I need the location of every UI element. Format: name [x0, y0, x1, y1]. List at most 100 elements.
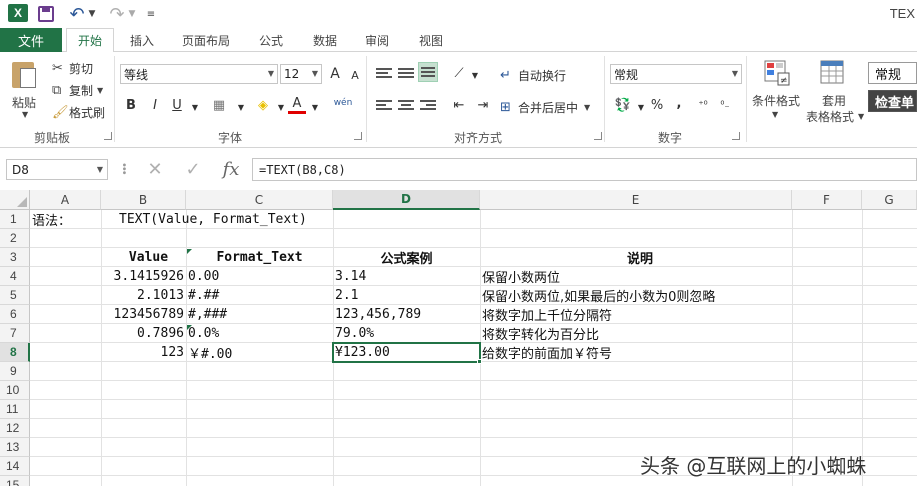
- align-center-icon[interactable]: [398, 98, 414, 112]
- column-header-a[interactable]: A: [30, 190, 101, 210]
- cell-d5[interactable]: 2.1: [333, 286, 480, 305]
- cell-e6[interactable]: 将数字加上千位分隔符: [480, 305, 800, 324]
- conditional-format-dropdown-icon[interactable]: ▼: [772, 110, 778, 119]
- conditional-format-button[interactable]: 条件格式: [752, 92, 800, 109]
- save-icon[interactable]: [38, 6, 54, 22]
- error-indicator-icon[interactable]: [187, 249, 192, 254]
- decrease-indent-icon[interactable]: ⇤: [450, 96, 468, 114]
- cell-a1[interactable]: 语法：: [30, 210, 101, 229]
- column-header-f[interactable]: F: [792, 190, 862, 210]
- tab-home[interactable]: 开始: [66, 28, 114, 53]
- enter-icon[interactable]: ✓: [182, 158, 204, 180]
- font-size-dropdown-icon[interactable]: ▼: [312, 69, 318, 78]
- align-top-icon[interactable]: [376, 66, 392, 80]
- column-header-g[interactable]: G: [862, 190, 917, 210]
- font-color-button[interactable]: A: [288, 96, 306, 114]
- cell-style-normal[interactable]: 常规: [868, 62, 917, 84]
- cell-b3[interactable]: Value: [101, 248, 186, 267]
- italic-button[interactable]: I: [146, 96, 164, 114]
- row-header-3[interactable]: 3: [0, 248, 30, 267]
- grow-font-button[interactable]: A: [326, 65, 344, 83]
- name-box-dropdown-icon[interactable]: ▼: [97, 165, 103, 174]
- cell-c7[interactable]: 0.0%: [186, 324, 333, 343]
- formula-bar-resize-handle[interactable]: •••: [118, 162, 129, 174]
- customize-quick-access-icon[interactable]: ≡: [146, 4, 156, 24]
- cell-e3[interactable]: 说明: [480, 248, 800, 267]
- cell-d6[interactable]: 123,456,789: [333, 305, 480, 324]
- cell-style-check[interactable]: 检查单: [868, 90, 917, 112]
- font-size-combo[interactable]: 12 ▼: [280, 64, 322, 84]
- increase-decimal-icon[interactable]: ⁺⁰: [694, 96, 712, 114]
- cell-b1[interactable]: TEXT(Value, Format_Text): [117, 210, 417, 229]
- conditional-format-icon[interactable]: ≠: [764, 60, 790, 86]
- row-header-1[interactable]: 1: [0, 210, 30, 229]
- row-header-14[interactable]: 14: [0, 457, 30, 476]
- format-as-table-icon[interactable]: [820, 60, 846, 86]
- column-header-d[interactable]: D: [333, 190, 480, 210]
- tab-insert[interactable]: 插入: [122, 28, 162, 52]
- format-as-table-dropdown-icon[interactable]: ▼: [858, 112, 864, 121]
- format-as-table-line2[interactable]: 表格格式: [806, 108, 854, 125]
- copy-button[interactable]: ⧉ 复制 ▼: [52, 82, 103, 98]
- cell-b5[interactable]: 2.1013: [101, 286, 186, 305]
- cell-b6[interactable]: 123456789: [101, 305, 186, 324]
- format-as-table-line1[interactable]: 套用: [822, 92, 846, 109]
- increase-indent-icon[interactable]: ⇥: [474, 96, 492, 114]
- row-header-11[interactable]: 11: [0, 400, 30, 419]
- row-header-4[interactable]: 4: [0, 267, 30, 286]
- number-format-dropdown-icon[interactable]: ▼: [732, 69, 738, 78]
- error-indicator-icon[interactable]: [187, 325, 192, 330]
- wrap-text-button[interactable]: ↵ 自动换行: [500, 66, 566, 84]
- tab-formulas[interactable]: 公式: [250, 28, 292, 52]
- cell-e4[interactable]: 保留小数两位: [480, 267, 800, 286]
- cell-b4[interactable]: 3.1415926: [101, 267, 186, 286]
- paste-button[interactable]: [10, 58, 40, 90]
- cell-c3[interactable]: Format_Text: [186, 248, 333, 267]
- font-launcher-icon[interactable]: [354, 132, 362, 140]
- tab-page-layout[interactable]: 页面布局: [174, 28, 238, 52]
- decrease-decimal-icon[interactable]: ⁰₋: [716, 96, 734, 114]
- bold-button[interactable]: B: [122, 96, 140, 114]
- font-color-dropdown-icon[interactable]: ▼: [306, 98, 324, 116]
- underline-dropdown-icon[interactable]: ▼: [186, 98, 204, 116]
- borders-dropdown-icon[interactable]: ▼: [232, 98, 250, 116]
- column-header-b[interactable]: B: [101, 190, 186, 210]
- paste-dropdown-icon[interactable]: ▼: [22, 110, 28, 119]
- column-header-e[interactable]: E: [480, 190, 792, 210]
- cell-d4[interactable]: 3.14: [333, 267, 480, 286]
- row-header-15[interactable]: 15: [0, 476, 30, 486]
- redo-icon[interactable]: ↷: [108, 4, 126, 25]
- borders-icon[interactable]: ▦: [210, 96, 228, 114]
- undo-icon[interactable]: ↶: [68, 4, 86, 25]
- cell-b8[interactable]: 123: [101, 343, 186, 362]
- formula-input[interactable]: =TEXT(B8,C8): [252, 158, 917, 181]
- cell-b7[interactable]: 0.7896: [101, 324, 186, 343]
- row-header-9[interactable]: 9: [0, 362, 30, 381]
- accounting-format-icon[interactable]: 💱: [614, 96, 632, 114]
- font-name-combo[interactable]: 等线 ▼: [120, 64, 278, 84]
- align-right-icon[interactable]: [420, 98, 436, 112]
- underline-button[interactable]: U: [168, 96, 186, 114]
- tab-file[interactable]: 文件: [0, 28, 62, 52]
- select-all-button[interactable]: [0, 190, 30, 210]
- copy-dropdown-icon[interactable]: ▼: [97, 86, 103, 95]
- align-left-icon[interactable]: [376, 98, 392, 112]
- redo-dropdown-icon[interactable]: ▼: [127, 4, 137, 24]
- alignment-launcher-icon[interactable]: [594, 132, 602, 140]
- cell-d7[interactable]: 79.0%: [333, 324, 480, 343]
- insert-function-icon[interactable]: fx: [218, 158, 244, 180]
- cell-e8[interactable]: 给数字的前面加￥符号: [480, 343, 800, 362]
- row-header-6[interactable]: 6: [0, 305, 30, 324]
- cell-c5[interactable]: #.##: [186, 286, 333, 305]
- undo-dropdown-icon[interactable]: ▼: [87, 4, 97, 24]
- phonetic-guide-button[interactable]: wén: [330, 94, 356, 112]
- row-header-12[interactable]: 12: [0, 419, 30, 438]
- cell-c6[interactable]: #,###: [186, 305, 333, 324]
- row-header-10[interactable]: 10: [0, 381, 30, 400]
- row-header-8[interactable]: 8: [0, 343, 30, 362]
- cancel-icon[interactable]: ✕: [144, 158, 166, 180]
- row-header-2[interactable]: 2: [0, 229, 30, 248]
- cut-button[interactable]: ✂ 剪切: [52, 60, 93, 76]
- tab-data[interactable]: 数据: [304, 28, 346, 52]
- cell-d3[interactable]: 公式案例: [333, 248, 480, 267]
